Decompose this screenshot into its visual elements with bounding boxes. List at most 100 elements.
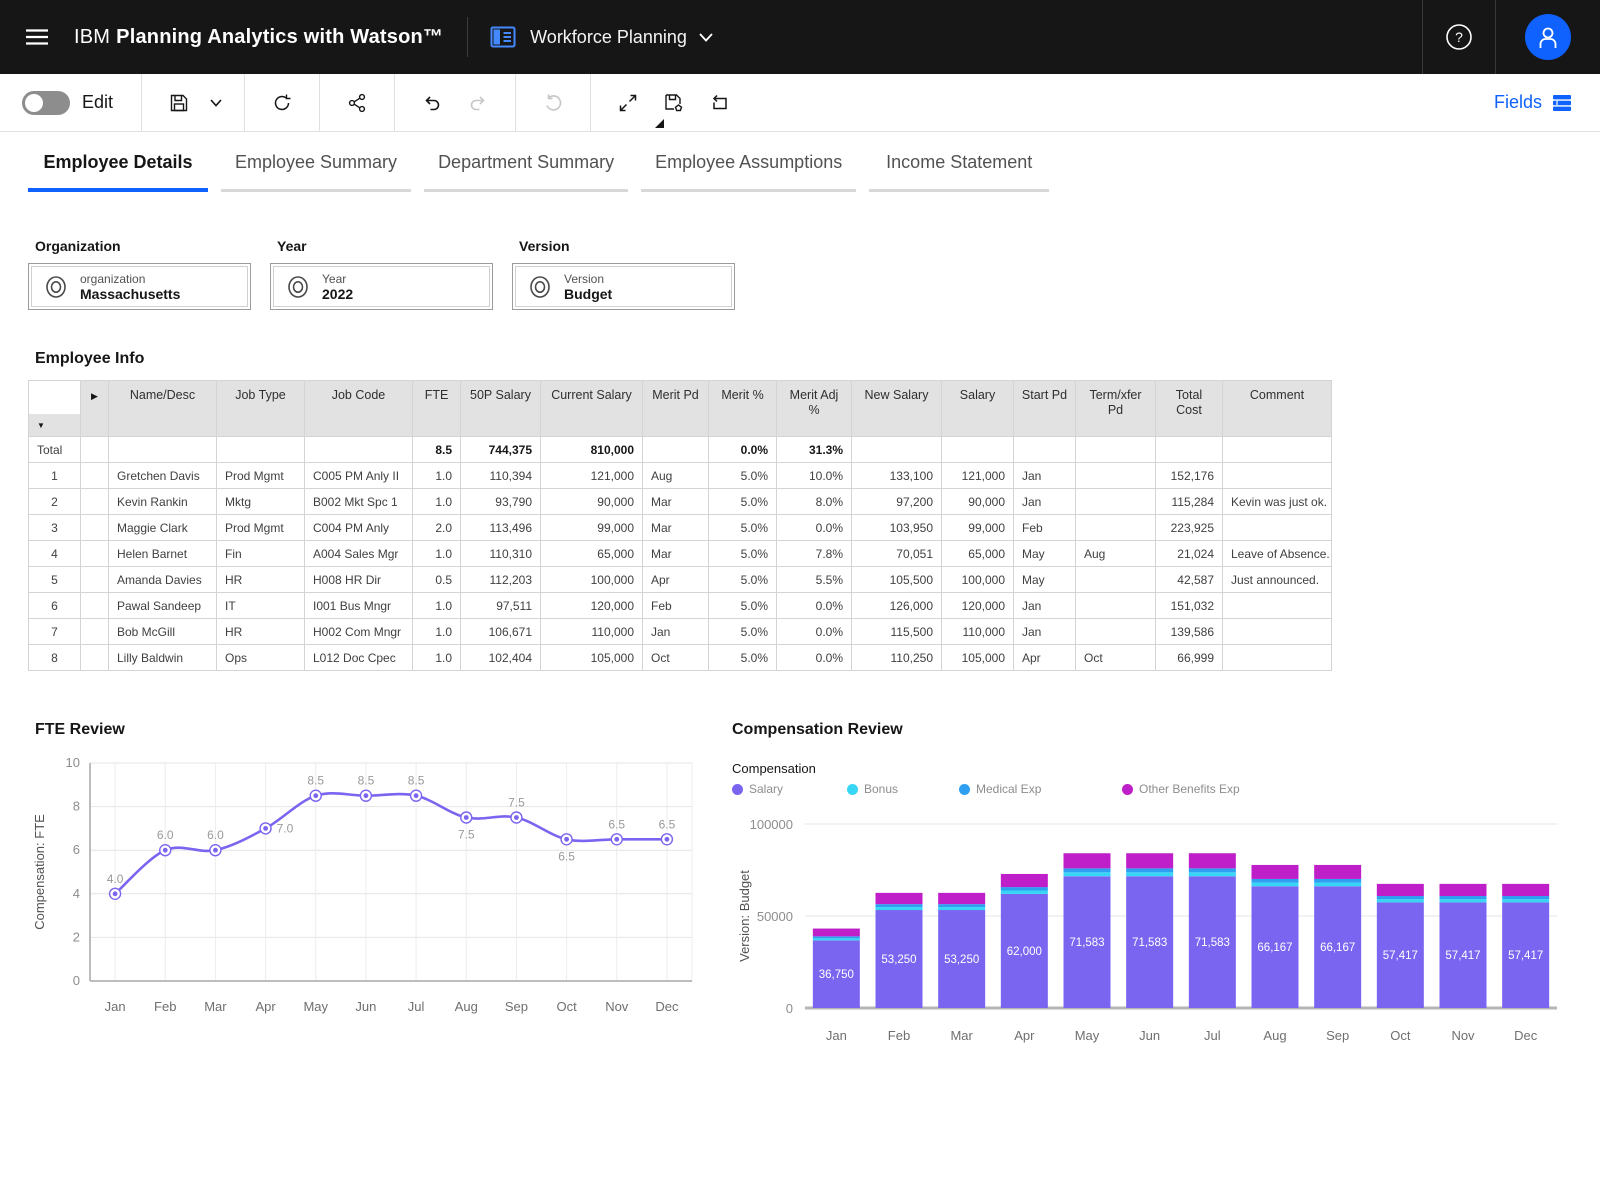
cell-new-salary[interactable]: 97,200: [852, 489, 942, 515]
cell-comment[interactable]: [1223, 645, 1332, 671]
bar-segment-medical-exp[interactable]: [1377, 896, 1424, 899]
fields-button[interactable]: Fields: [1494, 74, 1600, 131]
cell-job-type[interactable]: Fin: [217, 541, 305, 567]
bar-segment-medical-exp[interactable]: [876, 904, 923, 907]
cell-new-salary[interactable]: 110,250: [852, 645, 942, 671]
cell-name-desc[interactable]: Pawal Sandeep: [109, 593, 217, 619]
column-header-job-code[interactable]: Job Code: [305, 381, 413, 437]
cell-job-code[interactable]: A004 Sales Mgr: [305, 541, 413, 567]
cell-merit-pd[interactable]: Aug: [643, 463, 709, 489]
cell-total-cost[interactable]: 152,176: [1156, 463, 1223, 489]
cell-name-desc[interactable]: Bob McGill: [109, 619, 217, 645]
resize-handle-icon[interactable]: [655, 119, 664, 128]
save-button[interactable]: [156, 80, 202, 126]
filter-selector[interactable]: organizationMassachusetts: [28, 263, 251, 310]
cell-fte[interactable]: 8.5: [413, 437, 461, 463]
row-header[interactable]: 4: [29, 541, 81, 567]
bar-segment-medical-exp[interactable]: [1252, 879, 1299, 883]
cell-job-code[interactable]: C005 PM Anly II: [305, 463, 413, 489]
tab-department-summary[interactable]: Department Summary: [424, 132, 628, 192]
cell-fte[interactable]: 1.0: [413, 489, 461, 515]
cell-term-xfer-pd[interactable]: [1076, 489, 1156, 515]
cell-name-desc[interactable]: Gretchen Davis: [109, 463, 217, 489]
tab-employee-details[interactable]: Employee Details: [28, 132, 208, 192]
column-header-term-xfer-pd[interactable]: Term/xfer Pd: [1076, 381, 1156, 437]
cell-50p-salary[interactable]: 744,375: [461, 437, 541, 463]
cell-merit[interactable]: 5.0%: [709, 515, 777, 541]
cell-start-pd[interactable]: Apr: [1014, 645, 1076, 671]
reset-icon[interactable]: [530, 80, 576, 126]
cell-salary[interactable]: 110,000: [942, 619, 1014, 645]
bar-segment-bonus[interactable]: [876, 907, 923, 910]
bar-segment-medical-exp[interactable]: [1314, 879, 1361, 883]
row-expand-cell[interactable]: [81, 593, 109, 619]
cell-comment[interactable]: [1223, 463, 1332, 489]
cell-name-desc[interactable]: Kevin Rankin: [109, 489, 217, 515]
column-header-merit-pd[interactable]: Merit Pd: [643, 381, 709, 437]
column-header-job-type[interactable]: Job Type: [217, 381, 305, 437]
cell-job-code[interactable]: [305, 437, 413, 463]
column-header-merit-adj[interactable]: Merit Adj %: [777, 381, 852, 437]
cell-merit[interactable]: 5.0%: [709, 463, 777, 489]
cell-name-desc[interactable]: Amanda Davies: [109, 567, 217, 593]
cell-current-salary[interactable]: 90,000: [541, 489, 643, 515]
cell-new-salary[interactable]: 105,500: [852, 567, 942, 593]
cell-term-xfer-pd[interactable]: [1076, 567, 1156, 593]
cell-salary[interactable]: 99,000: [942, 515, 1014, 541]
save-menu-chevron[interactable]: [202, 80, 230, 126]
cell-50p-salary[interactable]: 102,404: [461, 645, 541, 671]
row-expand-cell[interactable]: [81, 463, 109, 489]
cell-new-salary[interactable]: [852, 437, 942, 463]
cell-fte[interactable]: 2.0: [413, 515, 461, 541]
cell-start-pd[interactable]: Jan: [1014, 489, 1076, 515]
cell-salary[interactable]: [942, 437, 1014, 463]
cell-job-code[interactable]: I001 Bus Mngr: [305, 593, 413, 619]
cell-job-type[interactable]: Prod Mgmt: [217, 463, 305, 489]
cell-start-pd[interactable]: Jan: [1014, 619, 1076, 645]
bar-segment-bonus[interactable]: [1064, 872, 1111, 876]
cell-job-type[interactable]: HR: [217, 619, 305, 645]
cell-total-cost[interactable]: 42,587: [1156, 567, 1223, 593]
cell-salary[interactable]: 121,000: [942, 463, 1014, 489]
cell-total-cost[interactable]: 115,284: [1156, 489, 1223, 515]
bar-segment-medical-exp[interactable]: [813, 936, 860, 938]
cell-start-pd[interactable]: Jan: [1014, 593, 1076, 619]
bar-segment-other-benefits-exp[interactable]: [1377, 884, 1424, 896]
cell-term-xfer-pd[interactable]: [1076, 515, 1156, 541]
bar-segment-other-benefits-exp[interactable]: [1126, 853, 1173, 868]
bar-segment-other-benefits-exp[interactable]: [1440, 884, 1487, 896]
bar-segment-bonus[interactable]: [813, 938, 860, 940]
cell-start-pd[interactable]: May: [1014, 541, 1076, 567]
cell-merit-adj[interactable]: 0.0%: [777, 619, 852, 645]
bar-segment-other-benefits-exp[interactable]: [938, 893, 985, 904]
column-header-start-pd[interactable]: Start Pd: [1014, 381, 1076, 437]
cell-merit-pd[interactable]: Apr: [643, 567, 709, 593]
cell-50p-salary[interactable]: 106,671: [461, 619, 541, 645]
menu-icon[interactable]: [0, 0, 74, 74]
bar-segment-medical-exp[interactable]: [1502, 896, 1549, 899]
cell-name-desc[interactable]: Helen Barnet: [109, 541, 217, 567]
cell-merit[interactable]: 0.0%: [709, 437, 777, 463]
cell-term-xfer-pd[interactable]: Aug: [1076, 541, 1156, 567]
cell-current-salary[interactable]: 99,000: [541, 515, 643, 541]
bar-segment-other-benefits-exp[interactable]: [1064, 853, 1111, 868]
bar-segment-medical-exp[interactable]: [1440, 896, 1487, 899]
cell-job-type[interactable]: Prod Mgmt: [217, 515, 305, 541]
cell-fte[interactable]: 0.5: [413, 567, 461, 593]
cell-current-salary[interactable]: 65,000: [541, 541, 643, 567]
cell-50p-salary[interactable]: 112,203: [461, 567, 541, 593]
cell-job-code[interactable]: H002 Com Mngr: [305, 619, 413, 645]
cell-50p-salary[interactable]: 113,496: [461, 515, 541, 541]
row-header[interactable]: 1: [29, 463, 81, 489]
cell-fte[interactable]: 1.0: [413, 463, 461, 489]
cell-current-salary[interactable]: 100,000: [541, 567, 643, 593]
cell-50p-salary[interactable]: 110,394: [461, 463, 541, 489]
cell-merit-adj[interactable]: 0.0%: [777, 645, 852, 671]
row-header[interactable]: 3: [29, 515, 81, 541]
row-header[interactable]: Total: [29, 437, 81, 463]
row-header[interactable]: 8: [29, 645, 81, 671]
cell-fte[interactable]: 1.0: [413, 593, 461, 619]
undo-icon[interactable]: [409, 80, 455, 126]
cell-merit[interactable]: 5.0%: [709, 645, 777, 671]
cell-merit[interactable]: 5.0%: [709, 593, 777, 619]
